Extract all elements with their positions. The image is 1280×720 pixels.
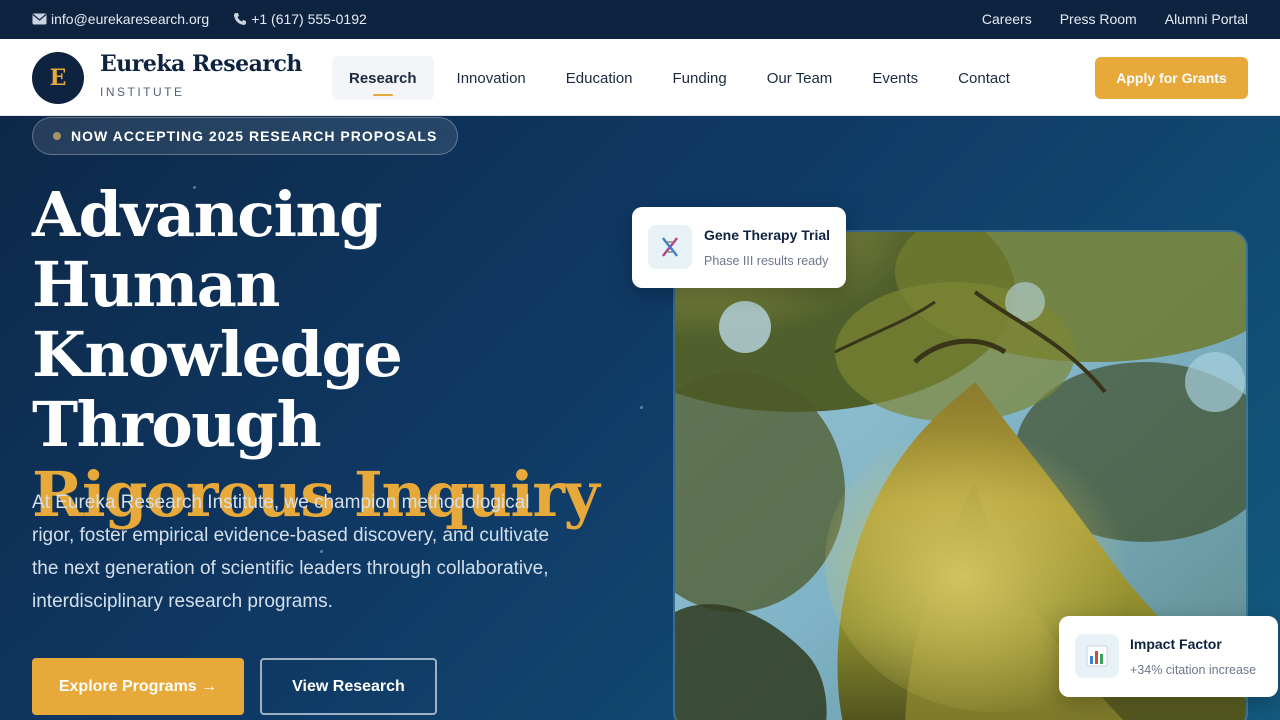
status-dot-icon	[53, 132, 61, 140]
gene-card-subtitle: Phase III results ready	[704, 254, 829, 268]
phone-icon	[234, 13, 247, 25]
logo-subtitle: INSTITUTE	[100, 85, 185, 99]
nav-item-funding[interactable]: Funding	[656, 56, 744, 100]
phone-contact[interactable]: +1 (617) 555-0192	[233, 11, 367, 27]
contact-info: info@eurekaresearch.org +1 (617) 555-019…	[32, 11, 367, 27]
view-research-button[interactable]: View Research	[260, 658, 437, 715]
hero-description: At Eureka Research Institute, we champio…	[32, 492, 550, 612]
main-nav: Research Innovation Education Funding Ou…	[332, 56, 1027, 100]
top-bar: info@eurekaresearch.org +1 (617) 555-019…	[0, 0, 1280, 39]
main-header: E Eureka Research INSTITUTE Research Inn…	[0, 39, 1280, 116]
nav-item-contact[interactable]: Contact	[941, 56, 1027, 100]
bar-chart-icon	[1075, 634, 1119, 678]
hero-section: NOW ACCEPTING 2025 RESEARCH PROPOSALS Ad…	[0, 116, 1280, 720]
apply-for-grants-button[interactable]: Apply for Grants	[1095, 57, 1248, 99]
envelope-icon	[32, 13, 47, 25]
logo-mark[interactable]: E	[32, 52, 84, 104]
phone-text: +1 (617) 555-0192	[251, 11, 367, 27]
gene-therapy-card[interactable]: Gene Therapy Trial Phase III results rea…	[632, 207, 846, 288]
email-text: info@eurekaresearch.org	[51, 11, 210, 27]
nav-item-research[interactable]: Research	[332, 56, 434, 100]
impact-card-subtitle: +34% citation increase	[1130, 663, 1257, 677]
dna-icon	[648, 225, 692, 269]
nav-item-innovation[interactable]: Innovation	[440, 56, 543, 100]
utility-links: Careers Press Room Alumni Portal	[982, 11, 1248, 27]
impact-card-title: Impact Factor	[1130, 636, 1222, 652]
logo-name[interactable]: Eureka Research	[100, 51, 302, 77]
careers-link[interactable]: Careers	[982, 11, 1032, 27]
alumni-portal-link[interactable]: Alumni Portal	[1165, 11, 1248, 27]
headline-plain: Advancing Human Knowledge Through	[32, 178, 403, 461]
press-room-link[interactable]: Press Room	[1060, 11, 1137, 27]
proposals-badge: NOW ACCEPTING 2025 RESEARCH PROPOSALS	[32, 117, 459, 155]
hero-headline: Advancing Human Knowledge Through Rigoro…	[32, 180, 612, 530]
nav-item-education[interactable]: Education	[549, 56, 650, 100]
nav-item-events[interactable]: Events	[855, 56, 935, 100]
impact-factor-card[interactable]: Impact Factor +34% citation increase	[1059, 616, 1278, 697]
nav-item-our-team[interactable]: Our Team	[750, 56, 850, 100]
gene-card-title: Gene Therapy Trial	[704, 227, 831, 243]
email-contact[interactable]: info@eurekaresearch.org	[32, 11, 209, 27]
decor-dot	[640, 406, 643, 409]
explore-programs-button[interactable]: Explore Programs →	[32, 658, 244, 715]
badge-text: NOW ACCEPTING 2025 RESEARCH PROPOSALS	[71, 128, 438, 144]
